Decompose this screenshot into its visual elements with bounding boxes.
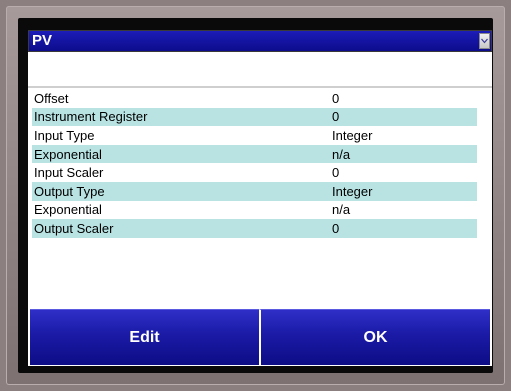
row-label: Output Scaler — [34, 220, 114, 236]
row-label: Instrument Register — [34, 109, 148, 125]
register-select-value: PV — [32, 32, 53, 49]
ok-button[interactable]: OK — [259, 309, 490, 365]
divider — [28, 86, 492, 88]
table-row[interactable]: Instrument Register 0 — [32, 107, 477, 127]
row-value: Integer — [332, 183, 373, 199]
table-row[interactable]: Input Scaler 0 — [32, 163, 477, 182]
edit-button[interactable]: Edit — [30, 309, 259, 365]
row-value: Integer — [332, 127, 373, 143]
row-value: 0 — [332, 165, 340, 181]
table-row[interactable]: Offset 0 — [32, 89, 477, 108]
dropdown-button[interactable] — [479, 33, 490, 49]
row-label: Exponential — [34, 202, 102, 218]
register-select[interactable]: PV — [28, 30, 492, 52]
row-label: Input Type — [34, 127, 95, 143]
row-label: Exponential — [34, 146, 102, 162]
row-label: Output Type — [34, 183, 105, 199]
table-row[interactable]: Output Scaler 0 — [32, 219, 477, 238]
row-value: 0 — [332, 220, 340, 236]
chevron-down-icon — [481, 38, 488, 44]
button-bar: Edit OK — [30, 309, 490, 365]
table-row[interactable]: Exponential n/a — [32, 201, 477, 220]
table-row[interactable]: Exponential n/a — [32, 144, 477, 164]
row-label: Input Scaler — [34, 165, 104, 181]
row-value: n/a — [332, 202, 351, 218]
row-value: 0 — [332, 109, 340, 125]
row-label: Offset — [34, 90, 69, 106]
properties-table: Offset 0 Instrument Register 0 Input Typ… — [32, 89, 477, 238]
row-value: 0 — [332, 90, 340, 106]
table-row[interactable]: Input Type Integer — [32, 126, 477, 145]
table-row[interactable]: Output Type Integer — [32, 181, 477, 201]
register-panel: PV Offset 0 Instrument Register 0 Input … — [28, 30, 492, 366]
row-value: n/a — [332, 146, 351, 162]
